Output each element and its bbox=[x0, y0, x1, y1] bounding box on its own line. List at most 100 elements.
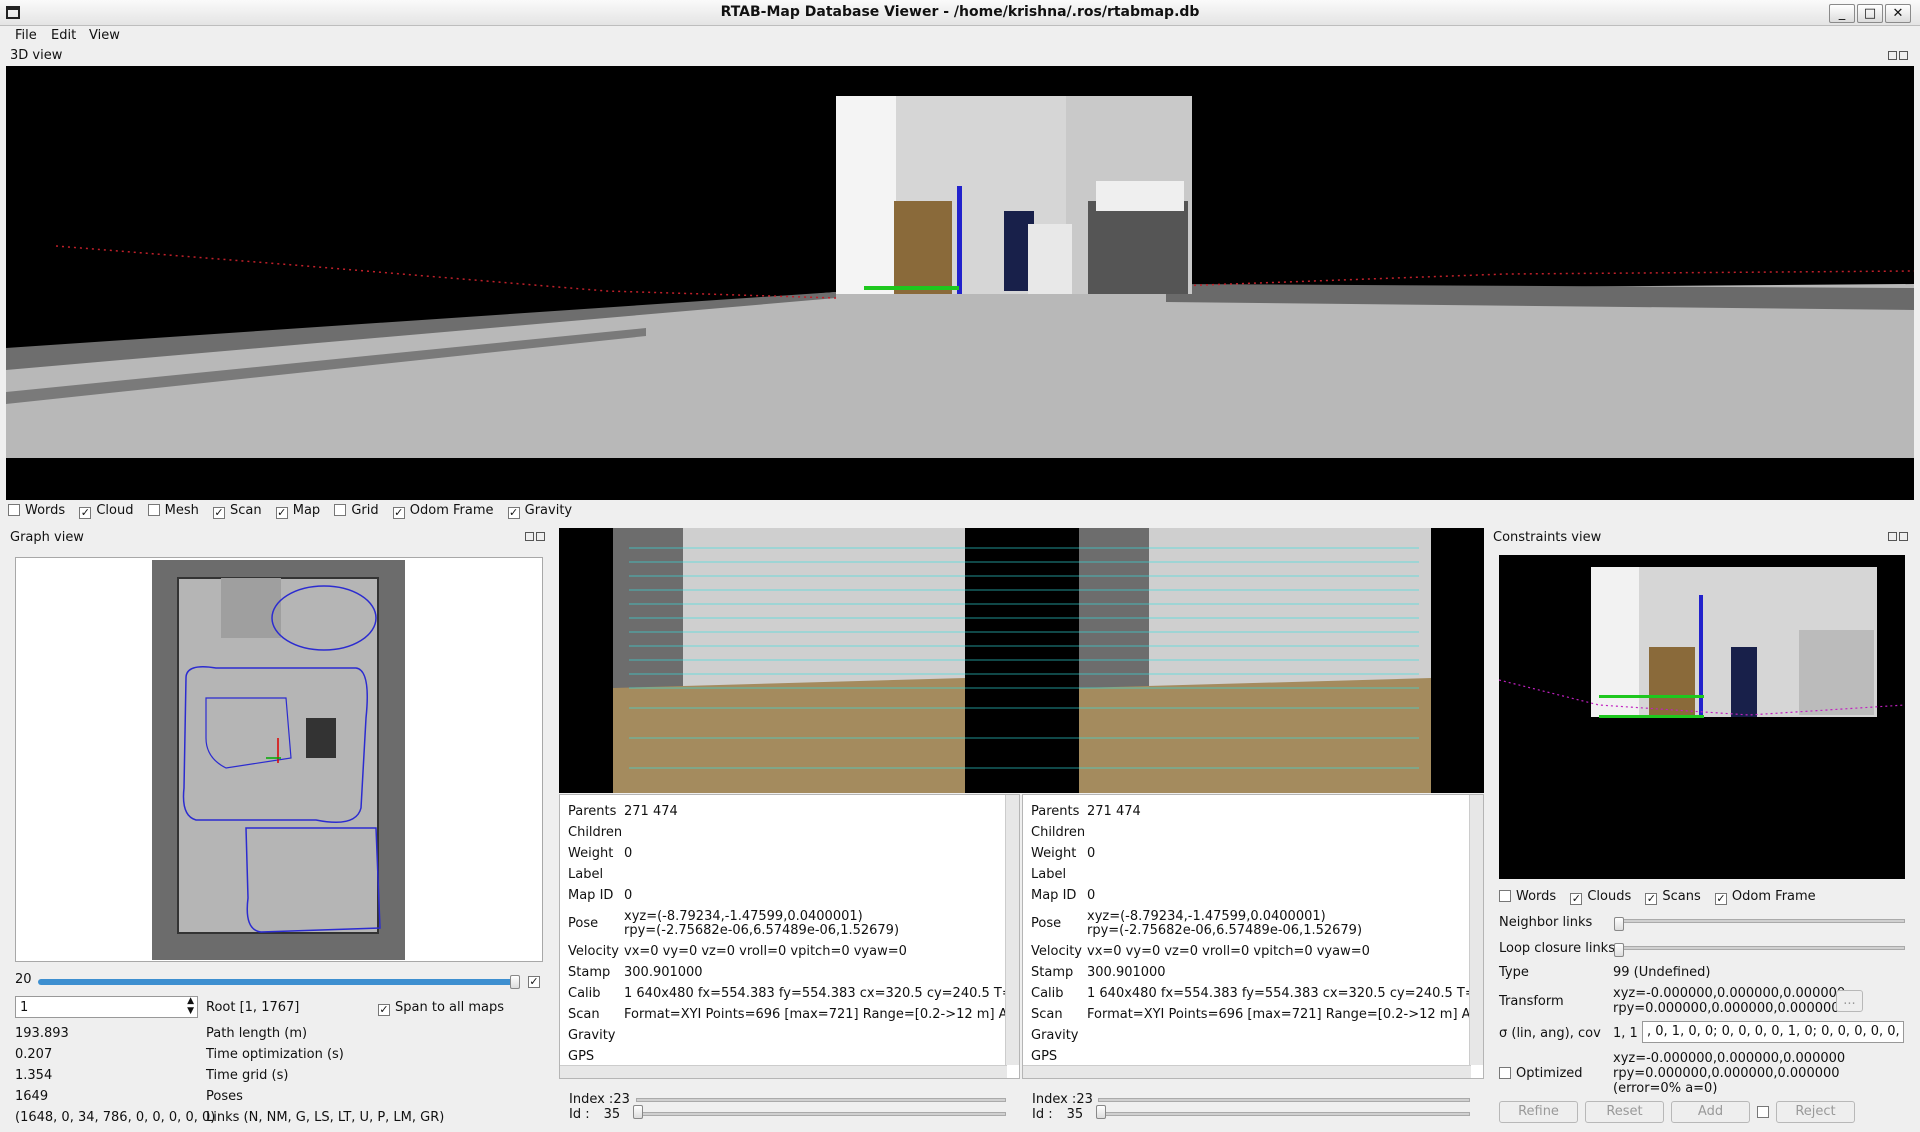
dock-buttons-constraints[interactable] bbox=[1888, 532, 1910, 542]
maximize-button[interactable]: □ bbox=[1857, 4, 1883, 23]
spinbox-value: 1 bbox=[20, 1000, 29, 1015]
float-icon[interactable] bbox=[525, 532, 534, 541]
menu-file[interactable]: File bbox=[15, 28, 37, 43]
root-label: Root [1, 1767] bbox=[206, 1000, 300, 1015]
c-odom-frame-checkbox[interactable]: ✓ bbox=[1714, 893, 1727, 905]
reject-button[interactable]: Reject bbox=[1776, 1101, 1855, 1123]
c-words-checkbox[interactable] bbox=[1499, 890, 1511, 902]
map-checkbox[interactable]: ✓ bbox=[275, 507, 288, 519]
id-slider-left[interactable] bbox=[636, 1112, 1006, 1116]
words-checkbox[interactable] bbox=[8, 504, 20, 516]
dock-title-graph-view: Graph view bbox=[10, 530, 84, 545]
field-label: Gravity bbox=[568, 1028, 616, 1043]
field-value: 1 640x480 fx=554.383 fy=554.383 cx=320.5… bbox=[624, 986, 1020, 1001]
title-bar: RTAB-Map Database Viewer - /home/krishna… bbox=[0, 0, 1920, 26]
minimize-button[interactable]: _ bbox=[1829, 4, 1855, 23]
menu-view[interactable]: View bbox=[89, 28, 120, 43]
neighbor-links-label: Neighbor links bbox=[1499, 915, 1593, 930]
close-icon[interactable] bbox=[536, 532, 545, 541]
scan-label: Scan bbox=[229, 503, 262, 518]
spin-down-icon[interactable]: ▼ bbox=[187, 1006, 194, 1016]
c-scans-checkbox[interactable]: ✓ bbox=[1645, 893, 1658, 905]
image-pair bbox=[613, 528, 1431, 793]
dock-buttons-graph[interactable] bbox=[525, 532, 547, 542]
dock-title-constraints-view: Constraints view bbox=[1493, 530, 1602, 545]
image-matches-view[interactable] bbox=[559, 528, 1484, 793]
vertical-scrollbar[interactable] bbox=[1469, 795, 1483, 1065]
close-icon[interactable] bbox=[1899, 532, 1908, 541]
stat-label-links: Links (N, NM, G, LS, LT, U, P, LM, GR) bbox=[206, 1110, 445, 1125]
neighbor-links-slider[interactable] bbox=[1617, 919, 1905, 923]
loop-closure-handle[interactable] bbox=[1614, 943, 1624, 957]
node-info-left[interactable]: Parents 271 474 Children Weight 0 Label Ma… bbox=[559, 794, 1020, 1079]
node-info-right[interactable]: Parents 271 474 Children Weight 0 Label Ma… bbox=[1022, 794, 1484, 1079]
id-slider-right[interactable] bbox=[1098, 1112, 1470, 1116]
vertical-scrollbar[interactable] bbox=[1005, 795, 1019, 1065]
reject-checkbox[interactable] bbox=[1757, 1106, 1769, 1118]
cloud-checkbox[interactable]: ✓ bbox=[79, 507, 92, 519]
optimized-option[interactable]: Optimized bbox=[1499, 1066, 1583, 1081]
id-label-right: Id :35 bbox=[1032, 1107, 1084, 1122]
index-slider-left[interactable] bbox=[636, 1098, 1006, 1102]
id-slider-handle-left[interactable] bbox=[633, 1105, 643, 1119]
graph-depth-slider[interactable] bbox=[38, 979, 518, 985]
window-title: RTAB-Map Database Viewer - /home/krishna… bbox=[720, 4, 1200, 20]
close-icon[interactable] bbox=[1899, 51, 1908, 60]
constraint-scene bbox=[1499, 567, 1905, 718]
menu-edit[interactable]: Edit bbox=[51, 28, 76, 43]
scan-checkbox[interactable]: ✓ bbox=[212, 507, 225, 519]
graph-slider-handle[interactable] bbox=[510, 975, 520, 989]
field-label: Map ID bbox=[1031, 888, 1077, 903]
float-icon[interactable] bbox=[1888, 51, 1897, 60]
optimized-label: Optimized bbox=[1516, 1066, 1583, 1081]
horizontal-scrollbar[interactable] bbox=[1023, 1065, 1471, 1078]
gravity-checkbox[interactable]: ✓ bbox=[507, 507, 520, 519]
field-label: Pose bbox=[568, 916, 599, 931]
constraints-options: Words ✓ Clouds ✓ Scans ✓ Odom Frame bbox=[1499, 889, 1826, 905]
occupancy-map bbox=[152, 560, 405, 960]
span-checkbox[interactable]: ✓ bbox=[378, 1004, 390, 1016]
3d-view-canvas[interactable] bbox=[6, 66, 1914, 500]
dock-buttons-3d[interactable] bbox=[1888, 51, 1910, 61]
graph-view-canvas[interactable] bbox=[15, 557, 543, 962]
covariance-field[interactable]: , 0, 1, 0, 0; 0, 0, 0, 0, 1, 0; 0, 0, 0,… bbox=[1642, 1021, 1904, 1043]
field-label: Label bbox=[1031, 867, 1067, 882]
field-label: Weight bbox=[568, 846, 614, 861]
add-button[interactable]: Add bbox=[1671, 1101, 1750, 1123]
spin-up-icon[interactable]: ▲ bbox=[187, 996, 194, 1006]
field-label: Gravity bbox=[1031, 1028, 1079, 1043]
c-clouds-checkbox[interactable]: ✓ bbox=[1570, 893, 1583, 905]
reset-button[interactable]: Reset bbox=[1585, 1101, 1664, 1123]
field-label: Scan bbox=[568, 1007, 600, 1022]
gravity-label: Gravity bbox=[524, 503, 573, 518]
refine-button[interactable]: Refine bbox=[1499, 1101, 1578, 1123]
stat-label-time-grid: Time grid (s) bbox=[206, 1068, 289, 1083]
optimized-rpy: rpy=0.000000,0.000000,0.000000 bbox=[1613, 1066, 1840, 1081]
field-label: Calib bbox=[1031, 986, 1064, 1001]
grid-label: Grid bbox=[351, 503, 379, 518]
odom-frame-checkbox[interactable]: ✓ bbox=[392, 507, 405, 519]
map-label: Map bbox=[292, 503, 321, 518]
span-all-maps-option[interactable]: ✓ Span to all maps bbox=[378, 1000, 504, 1016]
graph-root-spinbox[interactable]: 1 ▲ ▼ bbox=[15, 996, 198, 1018]
grid-checkbox[interactable] bbox=[334, 504, 347, 516]
loop-closure-slider[interactable] bbox=[1617, 946, 1905, 950]
field-label: Map ID bbox=[568, 888, 614, 903]
field-value: xyz=(-8.79234,-1.47599,0.0400001) bbox=[1087, 909, 1326, 924]
field-label: Parents bbox=[1031, 804, 1080, 819]
graph-slider-toggle[interactable]: ✓ bbox=[528, 972, 545, 988]
mesh-checkbox[interactable] bbox=[147, 504, 160, 516]
horizontal-scrollbar[interactable] bbox=[560, 1065, 1007, 1078]
menu-bar: File Edit View bbox=[0, 26, 1920, 47]
optimized-error: (error=0% a=0) bbox=[1613, 1081, 1718, 1096]
id-slider-handle-right[interactable] bbox=[1096, 1105, 1106, 1119]
close-button[interactable]: ✕ bbox=[1885, 4, 1911, 23]
reject-toggle[interactable] bbox=[1757, 1105, 1774, 1120]
field-value: rpy=(-2.75682e-06,6.57489e-06,1.52679) bbox=[624, 923, 900, 938]
float-icon[interactable] bbox=[1888, 532, 1897, 541]
optimized-checkbox[interactable] bbox=[1499, 1067, 1511, 1079]
transform-edit-button[interactable]: ... bbox=[1836, 990, 1863, 1012]
index-slider-right[interactable] bbox=[1098, 1098, 1470, 1102]
constraints-3d-canvas[interactable] bbox=[1499, 555, 1905, 879]
neighbor-links-handle[interactable] bbox=[1614, 917, 1624, 931]
